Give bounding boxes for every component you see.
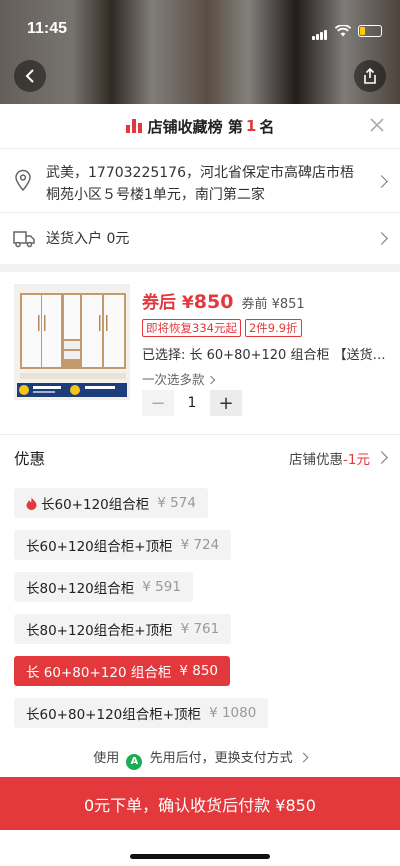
product-info: 券后 ¥850 券前 ¥851 即将恢复334元起 2件9.9折 已选择: 长 … [142,288,390,388]
sku-option[interactable]: 长80+120组合柜+顶柜 ¥ 761 [14,614,232,644]
rank-chart-icon [125,119,142,133]
share-button[interactable] [354,60,386,92]
share-icon [364,68,376,84]
price-value: 850 [193,291,234,313]
payment-label: 先用后付，更换支付方式 [149,751,293,766]
location-pin-icon [15,169,31,191]
multi-select-label: 一次选多款 [142,372,205,387]
sku-option-price: ¥ 1080 [209,705,257,721]
rank-suffix: 名 [259,117,275,136]
quantity-stepper: − 1 + [142,390,242,416]
pay-later-badge-icon: A [126,754,143,770]
back-button[interactable] [14,60,46,92]
rank-prefix: 店铺收藏榜 第 [147,117,243,136]
discount-title: 优惠 [14,449,46,468]
status-icons [312,21,382,40]
sku-option-label: 长60+80+120组合柜+顶柜 [26,707,202,723]
price-prefix: 券后 [142,293,176,313]
sku-option[interactable]: 长60+80+120组合柜+顶柜 ¥ 1080 [14,698,269,728]
sku-option-label: 长 60+80+120 组合柜 [26,665,172,681]
address-text: 武美，17703225176，河北省保定市高碑店市梧桐苑小区５号楼1单元，南门第… [46,165,354,203]
status-time: 11:45 [27,20,68,37]
sku-option-price: ¥ 591 [142,579,181,595]
address-row[interactable]: 武美，17703225176，河北省保定市高碑店市梧桐苑小区５号楼1单元，南门第… [0,148,400,212]
discount-row[interactable]: 优惠 店铺优惠-1元 [0,434,400,480]
close-icon[interactable] [368,116,386,134]
promo-tags: 即将恢复334元起 2件9.9折 [142,319,390,337]
wifi-icon [335,24,351,36]
quantity-value[interactable]: 1 [174,395,210,411]
product-thumbnail[interactable] [14,284,130,400]
sku-option-price: ¥ 850 [179,663,218,679]
chevron-right-icon [375,175,388,188]
shipping-row[interactable]: 送货入户 0元 [0,212,400,264]
sku-option[interactable]: 长80+120组合柜 ¥ 591 [14,572,193,602]
chevron-right-icon [298,752,309,763]
payment-method-link[interactable]: 使用 A 先用后付，更换支付方式 [0,741,400,777]
battery-icon [358,24,382,37]
sku-selection-sheet: 店铺收藏榜 第 1 名 武美，17703225176，河北省保定市高碑店市梧桐苑… [0,104,400,866]
delivery-truck-icon [13,231,35,248]
home-indicator [130,854,270,859]
selected-spec: 已选择: 长 60+80+120 组合柜 【送货… [142,348,386,363]
sku-option-price: ¥ 724 [180,537,220,553]
price-before-coupon: 券前 ¥851 [241,297,305,312]
price-line: 券后 ¥850 券前 ¥851 [142,288,390,313]
decrease-button[interactable]: − [142,390,174,416]
sku-option-price: ¥ 574 [157,495,196,511]
promo-tag: 2件9.9折 [244,319,302,337]
sku-option-label: 长80+120组合柜 [26,581,135,597]
store-discount-value: -1元 [343,451,370,468]
sku-option[interactable]: 长60+120组合柜 ¥ 574 [14,488,208,518]
status-bar: 11:45 [0,0,400,52]
increase-button[interactable]: + [210,390,242,416]
sku-option-label: 长60+120组合柜 [41,497,150,513]
sku-options: 长60+120组合柜 ¥ 574 长60+120组合柜+顶柜 ¥ 724 长80+1… [14,488,269,740]
hot-flame-icon [26,497,37,510]
store-discount-label: 店铺优惠 [289,451,344,468]
wardrobe-image [15,285,129,399]
sku-option-label: 长80+120组合柜+顶柜 [26,623,173,639]
back-arrow-icon [25,69,34,83]
price-after-coupon: 券后 ¥850 [142,288,233,313]
rank-number: 1 [245,117,257,135]
sku-option-selected[interactable]: 长 60+80+120 组合柜 ¥ 850 [14,656,230,686]
store-discount: 店铺优惠-1元 [289,448,386,468]
store-rank-header: 店铺收藏榜 第 1 名 [0,104,400,148]
sku-option-price: ¥ 761 [180,621,220,637]
multi-select-link[interactable]: 一次选多款 [142,369,390,388]
chevron-right-icon [375,232,388,245]
sku-option-label: 长60+120组合柜+顶柜 [26,539,173,555]
price-symbol: ¥ [181,293,194,313]
place-order-button[interactable]: 0元下单，确认收货后付款 ¥850 [0,777,400,830]
cellular-signal-icon [312,21,328,40]
promo-tag: 即将恢复334元起 [142,319,241,337]
sku-option[interactable]: 长60+120组合柜+顶柜 ¥ 724 [14,530,232,560]
shipping-text: 送货入户 0元 [46,231,130,247]
chevron-right-icon [206,375,215,385]
section-divider [0,264,400,272]
payment-prefix: 使用 [93,751,120,766]
